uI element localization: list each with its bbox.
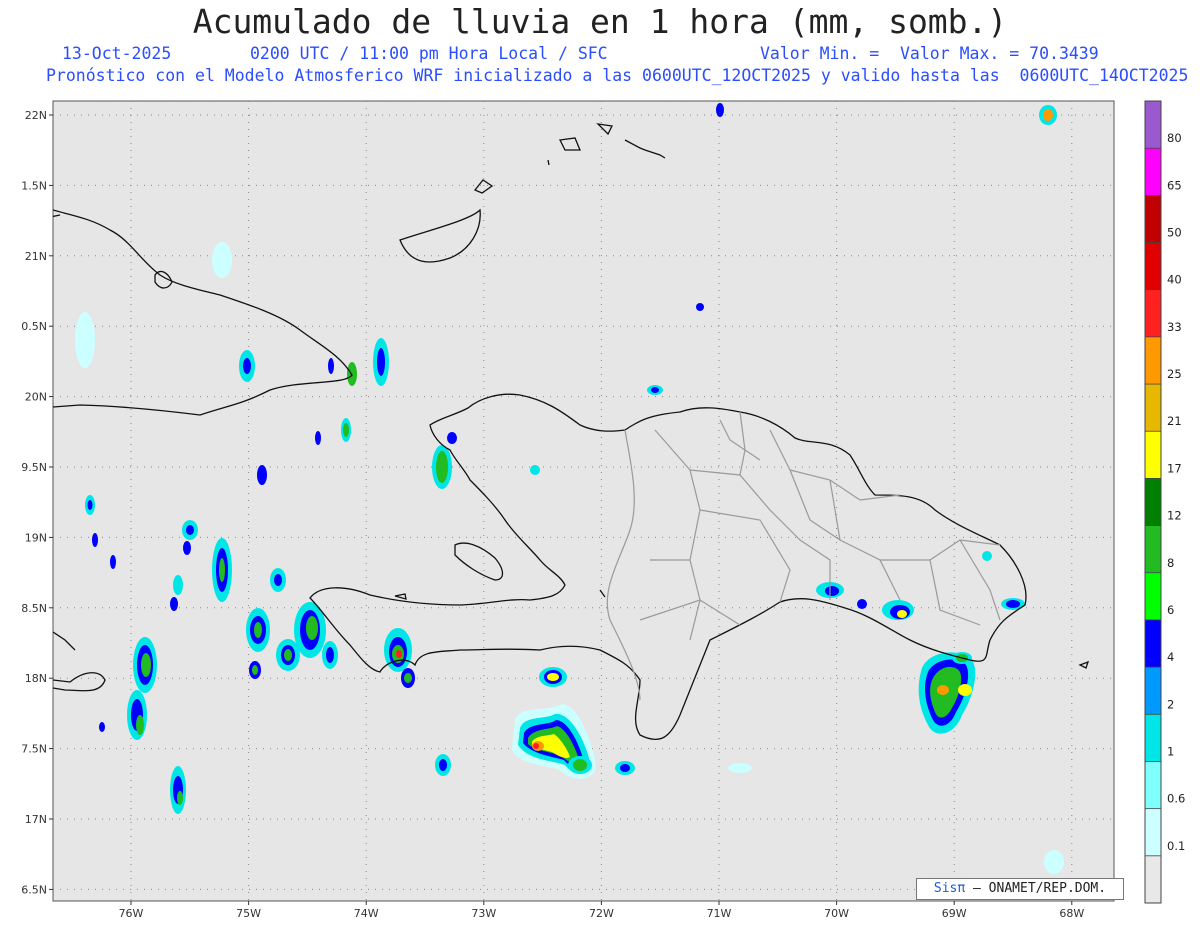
legend-swatch	[1145, 714, 1161, 762]
legend-label: 33	[1167, 320, 1182, 334]
legend-label: 0.6	[1167, 792, 1185, 806]
rain-cell-south-haiti-2	[539, 667, 567, 687]
legend-swatch	[1145, 478, 1161, 526]
legend-label: 17	[1167, 461, 1182, 475]
legend-swatch	[1145, 761, 1161, 809]
lon-label: 74W	[354, 907, 379, 920]
lat-label: 18N	[25, 672, 47, 685]
legend-swatch	[1145, 242, 1161, 290]
legend-swatch	[1145, 289, 1161, 337]
color-legend: 806550403325211712864210.60.1	[1144, 100, 1185, 904]
legend-swatch	[1145, 855, 1161, 903]
longitude-labels: 76W 75W 74W 73W 72W 71W 70W 69W 68W	[119, 907, 1085, 920]
legend-label: 25	[1167, 367, 1182, 381]
lat-label: 19N	[25, 531, 47, 544]
legend-label: 0.1	[1167, 839, 1185, 853]
legend-swatch	[1145, 148, 1161, 196]
legend-swatch	[1145, 572, 1161, 620]
lon-label: 69W	[942, 907, 967, 920]
credit-box: Sisπ – ONAMET/REP.DOM.	[916, 878, 1124, 900]
lon-label: 68W	[1059, 907, 1084, 920]
legend-label: 4	[1167, 650, 1174, 664]
legend-swatch	[1145, 384, 1161, 432]
lon-label: 70W	[824, 907, 849, 920]
rainfall-map: 22N 1.5N 21N 0.5N 20N 9.5N 19N 8.5N 18N 7.5N 17N 6.…	[21, 100, 1185, 920]
lat-label: 9.5N	[21, 461, 47, 474]
legend-swatch	[1145, 101, 1161, 149]
latitude-labels: 22N 1.5N 21N 0.5N 20N 9.5N 19N 8.5N 18N 7.5N 17N 6.…	[21, 109, 47, 896]
lon-label: 72W	[589, 907, 614, 920]
lat-label: 1.5N	[21, 179, 47, 192]
legend-label: 12	[1167, 509, 1182, 523]
legend-label: 21	[1167, 414, 1182, 428]
legend-swatch	[1145, 808, 1161, 856]
legend-swatch	[1145, 619, 1161, 668]
lon-label: 71W	[707, 907, 732, 920]
legend-swatch	[1145, 431, 1161, 479]
legend-label: 40	[1167, 273, 1182, 287]
legend-label: 1	[1167, 744, 1174, 758]
lat-label: 6.5N	[21, 883, 47, 896]
legend-swatch	[1145, 195, 1161, 243]
legend-label: 65	[1167, 178, 1182, 192]
plot-area	[52, 100, 1115, 902]
legend-label: 8	[1167, 556, 1174, 570]
lon-label: 73W	[471, 907, 496, 920]
legend-swatch	[1145, 336, 1161, 385]
lat-label: 8.5N	[21, 602, 47, 615]
legend-swatch	[1145, 525, 1161, 573]
lat-label: 7.5N	[21, 743, 47, 756]
legend-label: 50	[1167, 226, 1182, 240]
lat-label: 17N	[25, 813, 47, 826]
credit-text: – ONAMET/REP.DOM.	[973, 881, 1107, 896]
lon-label: 76W	[119, 907, 144, 920]
legend-label: 2	[1167, 697, 1174, 711]
lat-label: 0.5N	[21, 320, 47, 333]
lat-label: 21N	[25, 250, 47, 263]
lat-label: 22N	[25, 109, 47, 122]
lat-label: 20N	[25, 391, 47, 404]
legend-label: 6	[1167, 603, 1174, 617]
lon-label: 75W	[236, 907, 261, 920]
sispi-logo: Sisπ	[933, 881, 966, 896]
legend-label: 80	[1167, 131, 1182, 145]
legend-swatch	[1145, 667, 1161, 715]
